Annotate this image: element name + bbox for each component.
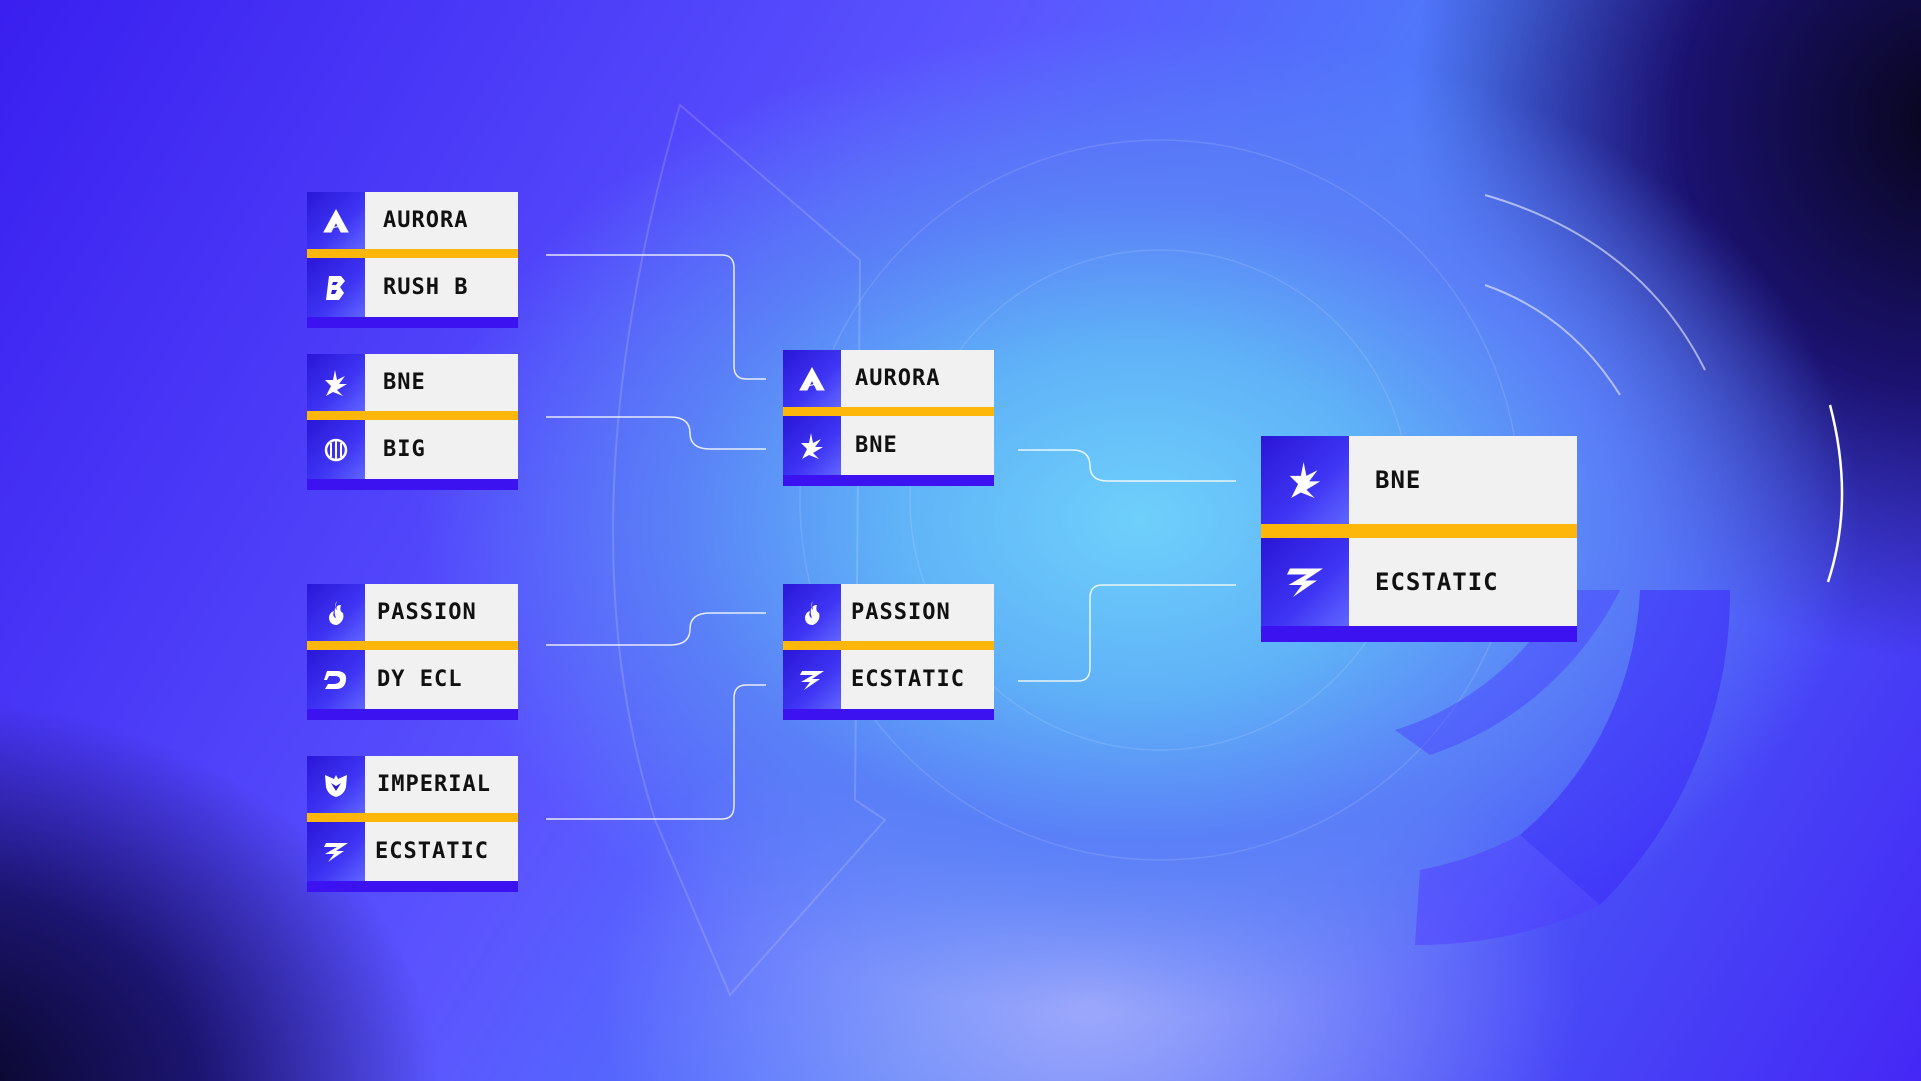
team-name: AURORA: [365, 192, 518, 249]
aurora-logo-icon: [307, 192, 365, 249]
match-divider: [307, 813, 518, 822]
big-logo-icon: [307, 420, 365, 479]
round1-match-3: PASSION DY ECL: [307, 584, 518, 720]
match-footer-bar: [783, 709, 994, 720]
team-name: PASSION: [365, 584, 518, 641]
round1-match-4: IMPERIAL ECSTATIC: [307, 756, 518, 892]
team-slot-aurora[interactable]: AURORA: [307, 192, 518, 249]
team-name: BNE: [1349, 436, 1577, 524]
passion-logo-icon: [783, 584, 841, 641]
round1-match-2: BNE BIG: [307, 354, 518, 490]
ecstatic-logo-icon: [1261, 538, 1349, 626]
final-match: BNE ECSTATIC: [1261, 436, 1577, 642]
team-name: IMPERIAL: [365, 756, 518, 813]
team-slot-rush-b[interactable]: RUSH B: [307, 258, 518, 317]
round1-match-1: AURORA RUSH B: [307, 192, 518, 328]
team-slot-ecstatic[interactable]: ECSTATIC: [1261, 538, 1577, 626]
team-name: RUSH B: [365, 258, 518, 317]
team-slot-bne[interactable]: BNE: [307, 354, 518, 411]
team-name: BNE: [841, 416, 994, 475]
ecstatic-logo-icon: [783, 650, 841, 709]
match-divider: [307, 641, 518, 650]
match-divider: [783, 407, 994, 416]
team-slot-imperial[interactable]: IMPERIAL: [307, 756, 518, 813]
imperial-logo-icon: [307, 756, 365, 813]
team-name: ECSTATIC: [841, 650, 994, 709]
match-footer-bar: [1261, 626, 1577, 642]
bne-logo-icon: [307, 354, 365, 411]
match-divider: [307, 411, 518, 420]
match-footer-bar: [307, 709, 518, 720]
team-slot-dy-ecl[interactable]: DY ECL: [307, 650, 518, 709]
passion-logo-icon: [307, 584, 365, 641]
team-slot-ecstatic[interactable]: ECSTATIC: [783, 650, 994, 709]
team-slot-aurora[interactable]: AURORA: [783, 350, 994, 407]
match-footer-bar: [307, 317, 518, 328]
bne-logo-icon: [783, 416, 841, 475]
match-divider: [307, 249, 518, 258]
team-slot-bne[interactable]: BNE: [783, 416, 994, 475]
aurora-logo-icon: [783, 350, 841, 407]
team-slot-ecstatic[interactable]: ECSTATIC: [307, 822, 518, 881]
bne-logo-icon: [1261, 436, 1349, 524]
semifinal-match-2: PASSION ECSTATIC: [783, 584, 994, 720]
team-slot-big[interactable]: BIG: [307, 420, 518, 479]
match-footer-bar: [783, 475, 994, 486]
team-name: BNE: [365, 354, 518, 411]
team-name: ECSTATIC: [1349, 538, 1577, 626]
team-slot-passion[interactable]: PASSION: [307, 584, 518, 641]
team-name: DY ECL: [365, 650, 518, 709]
match-footer-bar: [307, 881, 518, 892]
semifinal-match-1: AURORA BNE: [783, 350, 994, 486]
dy-ecl-logo-icon: [307, 650, 365, 709]
team-slot-bne[interactable]: BNE: [1261, 436, 1577, 524]
match-footer-bar: [307, 479, 518, 490]
team-slot-passion[interactable]: PASSION: [783, 584, 994, 641]
ecstatic-logo-icon: [307, 822, 365, 881]
team-name: BIG: [365, 420, 518, 479]
rush-b-logo-icon: [307, 258, 365, 317]
match-divider: [1261, 524, 1577, 538]
bracket-connectors: [546, 254, 1236, 820]
team-name: PASSION: [841, 584, 994, 641]
team-name: ECSTATIC: [365, 822, 518, 881]
team-name: AURORA: [841, 350, 994, 407]
match-divider: [783, 641, 994, 650]
